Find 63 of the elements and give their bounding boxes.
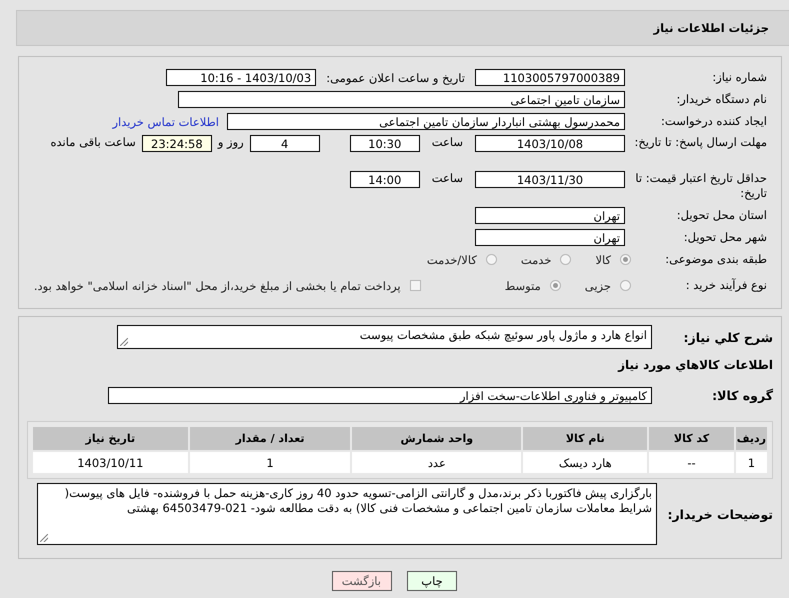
field-value: محمدرسول بهشتی انباردار سازمان تامین اجتماعی [227, 113, 625, 130]
option-label: خدمت [520, 252, 552, 266]
field-value: 4 [250, 135, 320, 152]
goods-group-value: کامپیوتر و فناوری اطلاعات-سخت افزار [108, 387, 652, 404]
checkbox[interactable] [410, 280, 421, 291]
column-header: واحد شمارش [352, 427, 522, 450]
field-label: روز و [218, 135, 244, 149]
field-value: 1403/11/30 [475, 171, 625, 188]
field-value: 1403/10/08 [475, 135, 625, 152]
field-value: 1103005797000389 [475, 69, 625, 86]
option-label: کالا [595, 252, 611, 266]
field-label: ساعت [432, 171, 463, 185]
radio-button[interactable] [620, 280, 631, 291]
field-value: 1403/10/03 - 10:16 [166, 69, 316, 86]
field-label: تاریخ و ساعت اعلان عمومی: [326, 70, 465, 84]
field-label: ایجاد کننده درخواست: [660, 114, 767, 129]
field-label: نام دستگاه خریدار: [675, 92, 767, 107]
field-value: 10:30 [350, 135, 420, 152]
table-cell: عدد [352, 452, 522, 473]
column-header: تعداد / مقدار [190, 427, 350, 450]
print-button[interactable]: چاپ [407, 571, 457, 591]
contact-link[interactable]: اطلاعات تماس خریدار [112, 114, 219, 128]
description-text: انواع هارد و ماژول پاور سوئیچ شبکه طبق مشخصات پیوست [358, 328, 647, 343]
field-label: حداقل تاریخ اعتبار قیمت: تا تاریخ: [634, 171, 767, 201]
column-header: تاریخ نیاز [33, 427, 188, 450]
radio-button[interactable] [550, 280, 561, 291]
field-value: سازمان تامین اجتماعی [178, 91, 625, 108]
field-label: ساعت [432, 135, 463, 149]
field-label: مهلت ارسال پاسخ: تا تاریخ: [633, 135, 767, 150]
field-label: شرح کلي نياز: [682, 330, 773, 344]
page-title: جزئیات اطلاعات نیاز [653, 21, 769, 35]
field-label: ساعت باقی مانده [50, 135, 136, 149]
table-cell: هارد دیسک [523, 452, 648, 473]
radio-button[interactable] [560, 254, 572, 265]
resize-grip-icon [40, 534, 48, 542]
column-header: کد کالا [649, 427, 734, 450]
resize-grip-icon [120, 338, 128, 346]
notes-text: بارگزاری پیش فاکتوربا ذکر برند،مدل و گارانتی الزامی-تسویه حدود 40 روز کاری-هزینه حمل با فروشنده- فایل های پیوست( شرایط معاملات سازمان تامین اجتماعی و مشخصات فنی کالا) به دقت مطالعه شود- 021-64503479 بهشتی [64, 486, 652, 516]
field-label: طبقه بندی موضوعی: [664, 252, 767, 267]
field-label: گروه کالا: [711, 388, 773, 403]
field-value: 14:00 [350, 171, 420, 188]
option-label: کالا/خدمت [426, 252, 477, 266]
column-header: رديف [736, 427, 767, 450]
table-cell: 1 [736, 452, 767, 473]
option-label: جزیی [584, 278, 611, 292]
table-cell: -- [649, 452, 734, 473]
field-label: شماره نیاز: [711, 70, 767, 85]
table-cell: 1 [190, 452, 350, 473]
table-cell: 1403/10/11 [33, 452, 188, 473]
field-value: تهران [475, 229, 625, 246]
option-label: متوسط [504, 278, 541, 292]
countdown-value: 23:24:58 [142, 135, 212, 152]
field-label: استان محل تحویل: [676, 208, 767, 223]
radio-button[interactable] [620, 254, 631, 265]
radio-button[interactable] [486, 254, 497, 265]
section-title: اطلاعات کالاهاي مورد نياز [616, 358, 773, 372]
field-value: تهران [475, 207, 625, 224]
field-label: شهر محل تحویل: [682, 230, 767, 245]
checkbox-label: پرداخت تمام یا بخشی از مبلغ خرید،از محل "اسناد خزانه اسلامی" خواهد بود. [34, 278, 401, 292]
field-label: نوع فرآیند خرید : [684, 278, 767, 293]
column-header: نام کالا [523, 427, 648, 450]
field-label: توضیحات خریدار: [666, 506, 773, 522]
back-button[interactable]: بازگشت [332, 571, 392, 591]
